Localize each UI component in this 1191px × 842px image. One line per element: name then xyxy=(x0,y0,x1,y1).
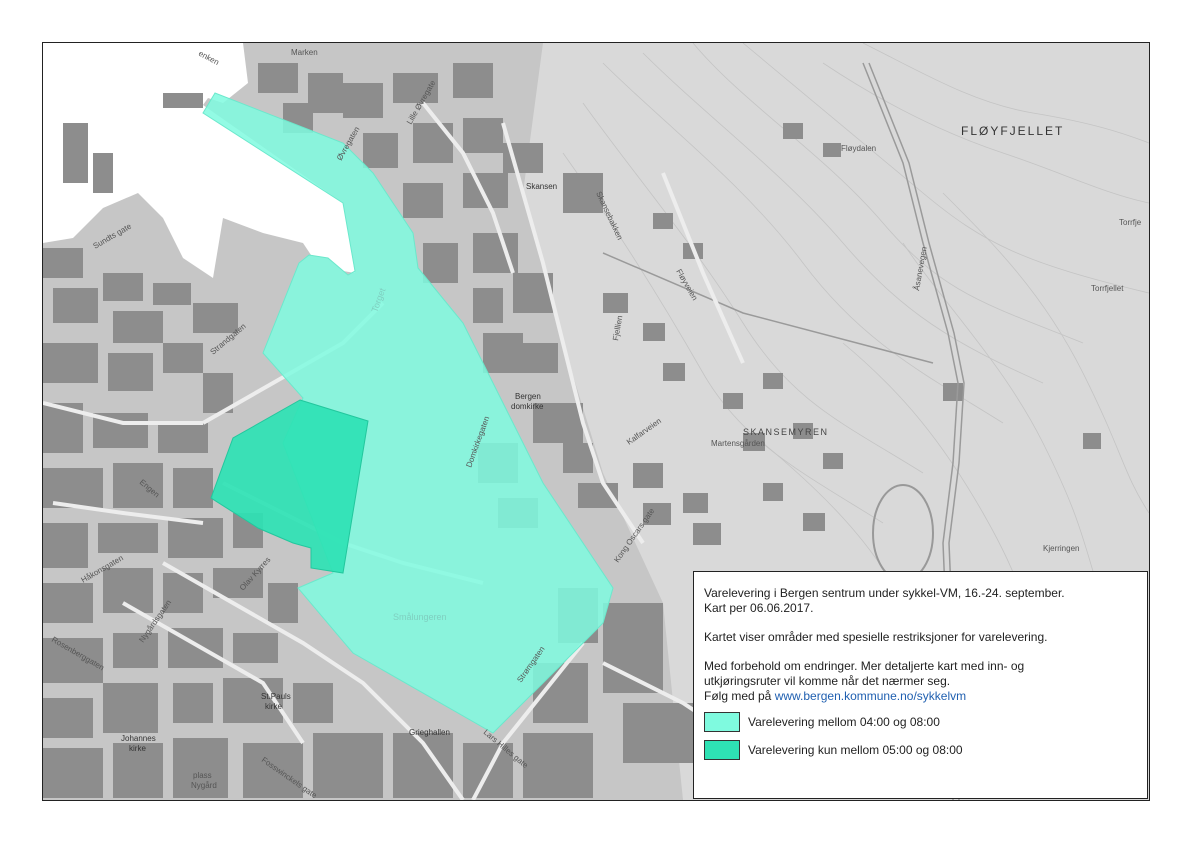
legend-swatch-dark xyxy=(704,740,740,760)
sykkelvm-link[interactable]: www.bergen.kommune.no/sykkelvm xyxy=(775,689,966,703)
legend-note-line2: utkjøringsruter vil komme når det nærmer… xyxy=(704,674,951,688)
label-plass: plass xyxy=(193,771,212,780)
label-bergen-domkirke-1: Bergen xyxy=(515,392,541,401)
legend-title-line1: Varelevering i Bergen sentrum under sykk… xyxy=(704,586,1065,600)
label-grieghallen: Grieghallen xyxy=(409,728,450,737)
label-bergen-domkirke-2: domkirke xyxy=(511,402,544,411)
legend-title-line2: Kart per 06.06.2017. xyxy=(704,601,814,615)
label-floydalen: Fløydalen xyxy=(841,144,876,153)
label-marken: Marken xyxy=(291,48,318,57)
label-kjerringen: Kjerringen xyxy=(1043,544,1079,553)
label-torrfje: Torrfje xyxy=(1119,218,1142,227)
legend-follow: Følg med på www.bergen.kommune.no/sykkel… xyxy=(704,689,1137,704)
label-martensgarden: Martensgården xyxy=(711,439,765,448)
legend-note-line1: Med forbehold om endringer. Mer detaljer… xyxy=(704,659,1025,673)
label-johannes-kirke-2: kirke xyxy=(129,744,146,753)
legend-panel: Varelevering i Bergen sentrum under sykk… xyxy=(693,571,1148,799)
label-torrfjellet: Torrfjellet xyxy=(1091,284,1124,293)
legend-swatch-light xyxy=(704,712,740,732)
label-st-pauls-1: St.Pauls xyxy=(261,692,291,701)
legend-follow-prefix: Følg med på xyxy=(704,689,772,703)
label-st-pauls-2: kirke xyxy=(265,702,282,711)
legend-item-dark: Varelevering kun mellom 05:00 og 08:00 xyxy=(704,740,1137,760)
legend-item-light: Varelevering mellom 04:00 og 08:00 xyxy=(704,712,1137,732)
label-nygard: Nygård xyxy=(191,781,217,790)
legend-label-dark: Varelevering kun mellom 05:00 og 08:00 xyxy=(748,742,963,757)
legend-label-light: Varelevering mellom 04:00 og 08:00 xyxy=(748,714,940,729)
label-skansen: Skansen xyxy=(526,182,557,191)
label-johannes-kirke-1: Johannes xyxy=(121,734,156,743)
label-floyfjellet: FLØYFJELLET xyxy=(961,124,1064,138)
legend-description: Kartet viser områder med spesielle restr… xyxy=(704,630,1048,644)
label-smalungeren: Smålungeren xyxy=(393,612,447,622)
label-skansemyren: SKANSEMYREN xyxy=(743,427,829,437)
